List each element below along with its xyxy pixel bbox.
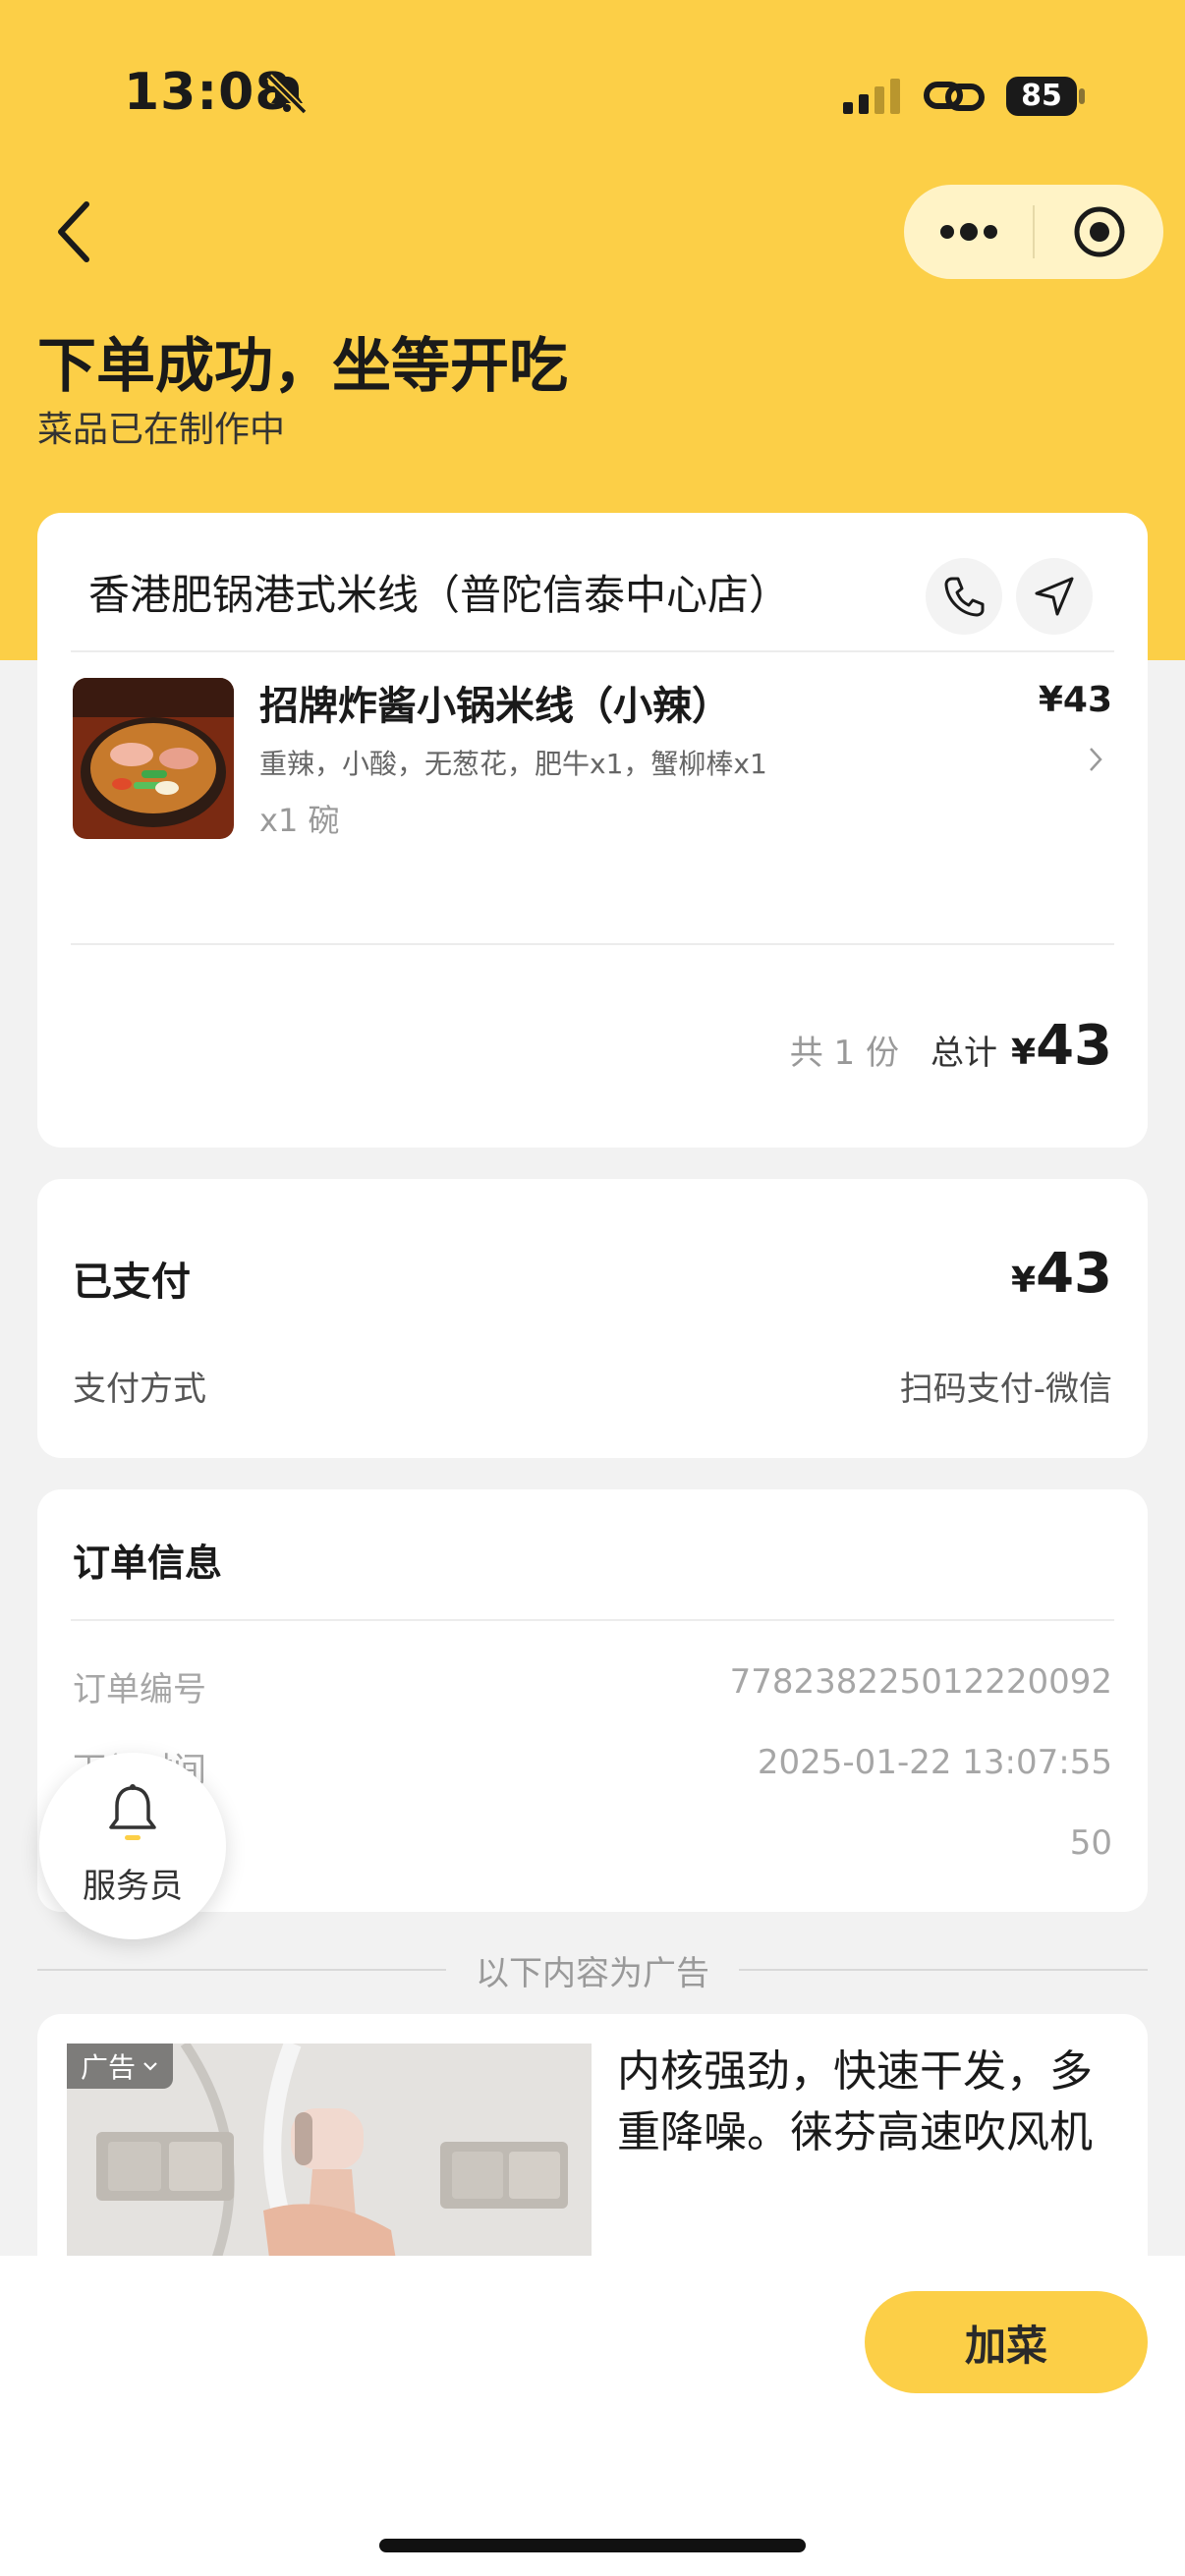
store-name[interactable]: 香港肥锅港式米线（普陀信泰中心店） — [88, 562, 790, 622]
target-close-icon — [1074, 206, 1124, 257]
chevron-right-icon[interactable] — [1087, 745, 1104, 774]
total-amount: 43 — [1036, 1014, 1112, 1078]
dish-image[interactable] — [73, 678, 234, 839]
payment-status: 已支付 — [73, 1260, 191, 1305]
order-info-title: 订单信息 — [73, 1541, 223, 1585]
ad-separator-line-left — [37, 1969, 446, 1971]
phone-icon — [944, 577, 985, 617]
waiter-label: 服务员 — [83, 1867, 183, 1906]
paid-value: 43 — [1036, 1242, 1112, 1306]
back-chevron-icon[interactable] — [51, 196, 98, 267]
payment-card: 已支付 ¥ 43 支付方式 扫码支付-微信 — [37, 1179, 1148, 1458]
navigate-store-button[interactable] — [1016, 558, 1093, 635]
ad-separator-text: 以下内容为广告 — [476, 1953, 709, 1993]
store-divider — [71, 650, 1114, 652]
more-dots-icon — [939, 223, 997, 241]
dish-name[interactable]: 招牌炸酱小锅米线（小辣） — [259, 674, 731, 731]
order-number-value[interactable]: 778238225012220092 — [730, 1662, 1112, 1702]
navigation-arrow-icon — [1035, 577, 1074, 616]
page-title: 下单成功，坐等开吃 — [37, 332, 568, 401]
ad-separator-line-right — [739, 1969, 1148, 1971]
more-button[interactable] — [904, 185, 1033, 279]
item-divider — [71, 943, 1114, 945]
page-subtitle: 菜品已在制作中 — [37, 410, 286, 450]
signal-icon — [843, 79, 900, 114]
ad-card[interactable]: 广告 内核强劲，快速干发，多重降噪。徕芬高速吹风机 — [37, 2014, 1148, 2269]
ad-tag-label: 广告 — [81, 2051, 137, 2084]
ad-tag[interactable]: 广告 — [67, 2044, 174, 2089]
dish-spec: 重辣，小酸，无葱花，肥牛x1，蟹柳棒x1 — [259, 748, 767, 780]
close-miniapp-button[interactable] — [1035, 185, 1163, 279]
bell-icon — [109, 1784, 156, 1840]
order-number-label: 订单编号 — [73, 1670, 206, 1709]
bottom-bar: 加菜 — [0, 2256, 1185, 2576]
chevron-down-icon — [143, 2062, 157, 2071]
home-indicator[interactable] — [379, 2539, 806, 2552]
order-info-value-3: 50 — [1069, 1823, 1112, 1863]
call-waiter-button[interactable]: 服务员 — [39, 1753, 226, 1939]
miniapp-capsule — [904, 185, 1163, 279]
order-time-value: 2025-01-22 13:07:55 — [757, 1743, 1112, 1782]
payment-method-label: 支付方式 — [73, 1370, 206, 1409]
link-icon — [924, 82, 985, 111]
payment-method-value: 扫码支付-微信 — [899, 1370, 1112, 1409]
bell-muted-icon — [266, 74, 308, 115]
total-currency: ¥ — [1011, 1033, 1037, 1073]
dish-price: ¥43 — [1038, 680, 1112, 720]
battery-level: 85 — [1021, 79, 1062, 113]
ad-headline[interactable]: 内核强劲，快速干发，多重降噪。徕芬高速吹风机 — [617, 2042, 1128, 2163]
dish-quantity: x1 碗 — [259, 802, 340, 839]
order-card: 香港肥锅港式米线（普陀信泰中心店） 招牌炸酱小锅米线（小辣） 重辣，小酸，无葱花… — [37, 513, 1148, 1148]
ad-separator: 以下内容为广告 — [37, 1945, 1148, 1994]
battery-icon: 85 — [1006, 75, 1087, 118]
total-count: 共 1 份 — [789, 1034, 899, 1073]
paid-amount: ¥ 43 — [1011, 1242, 1112, 1306]
order-total-row: 共 1 份 总计 ¥ 43 — [790, 1014, 1112, 1078]
total-label: 总计 — [931, 1034, 997, 1073]
paid-currency: ¥ — [1011, 1260, 1037, 1301]
call-store-button[interactable] — [926, 558, 1002, 635]
ad-image[interactable]: 广告 — [67, 2044, 592, 2269]
add-dish-button[interactable]: 加菜 — [865, 2291, 1148, 2393]
info-divider — [71, 1619, 1114, 1621]
